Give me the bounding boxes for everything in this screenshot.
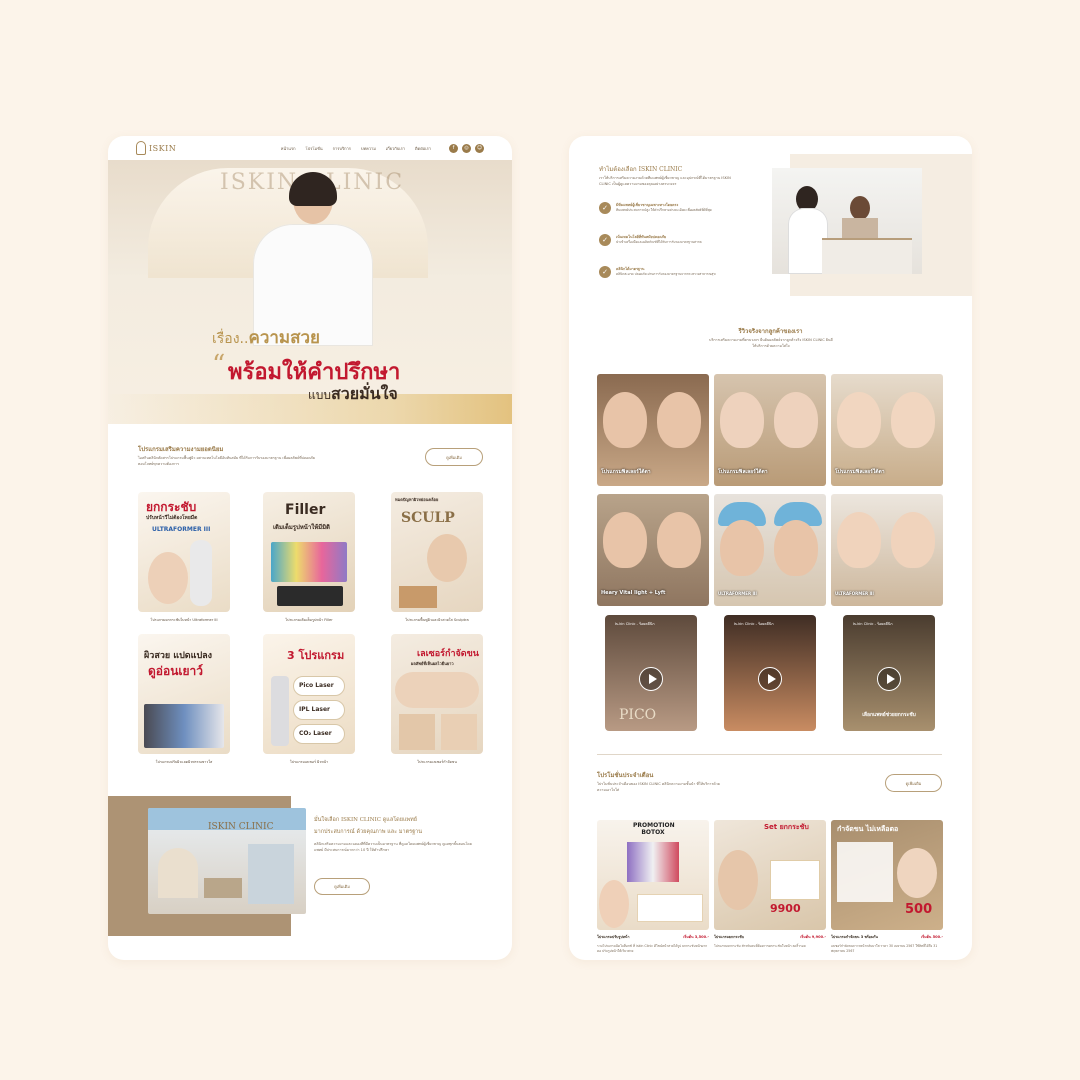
program-caption: โปรแกรมฟื้นฟูผิวและผิวสวยใส Sculptra bbox=[405, 618, 469, 622]
promo-image: กำจัดขน ไม่เหลือตอ 500 bbox=[831, 820, 943, 930]
video-card[interactable]: Is-kin Clinic - ร้อยคลีนิก PICO bbox=[605, 615, 697, 731]
right-page-card: ทำไมต้องเลือก ISKIN CLINIC เราให้บริการเ… bbox=[569, 136, 972, 960]
review-card[interactable]: ULTRAFORMER III bbox=[714, 494, 826, 606]
program-image: ยกกระชับ ปรับหน้าวีไม่ต้องโหยมีด ULTRAFO… bbox=[138, 492, 230, 612]
promo-price: เริ่มต้น 3,500.- bbox=[683, 935, 709, 939]
reviews-title: รีวิวจริงจากลูกค้าของเรา bbox=[738, 328, 803, 335]
why-item: ✓ คลินิกได้มาตรฐาน คลินิกสะอาด ปลอดภัย ผ่… bbox=[599, 266, 729, 278]
nav-link-home[interactable]: หน้าแรก bbox=[281, 145, 296, 152]
doctor-portrait bbox=[253, 172, 373, 346]
program-image: เลเซอร์กำจัดขน ผลลัพธ์ที่เห็นผลไวยืนยาว bbox=[391, 634, 483, 754]
quote-open-icon: “ bbox=[212, 350, 226, 380]
hero-line-1: เรื่อง..ความสวย bbox=[212, 328, 321, 348]
check-icon: ✓ bbox=[599, 202, 611, 214]
promos-more-button[interactable]: ดูเพิ่มเติม bbox=[885, 774, 942, 792]
why-title: ทำไมต้องเลือก ISKIN CLINIC bbox=[599, 166, 683, 173]
left-page-card: ISKIN หน้าแรก โปรโมชั่น การบริการ บทความ… bbox=[108, 136, 512, 960]
program-caption: โปรแกรมเลเซอร์กำจัดขน bbox=[417, 760, 457, 764]
nav-link-articles[interactable]: บทความ bbox=[361, 145, 376, 152]
program-card-hair-removal[interactable]: เลเซอร์กำจัดขน ผลลัพธ์ที่เห็นผลไวยืนยาว … bbox=[391, 634, 483, 765]
hero-line-3: แบบสวยมั่นใจ bbox=[308, 384, 398, 403]
play-icon[interactable] bbox=[639, 667, 663, 691]
program-card-sculptra[interactable]: หมดปัญหาผิวหย่อนคล้อย SCULP โปรแกรมฟื้นฟ… bbox=[391, 492, 483, 623]
play-icon[interactable] bbox=[758, 667, 782, 691]
program-image: หมดปัญหาผิวหย่อนคล้อย SCULP bbox=[391, 492, 483, 612]
nav-link-promotion[interactable]: โปรโมชั่น bbox=[306, 145, 323, 152]
program-caption: โปรแกรมปรับผิวแลดผิวพรรณขาวใส bbox=[155, 760, 213, 764]
why-item: ✓ มีทีมแพทย์ผู้เชี่ยวชาญเฉพาะทางโดยตรง ที… bbox=[599, 202, 729, 214]
top-nav: ISKIN หน้าแรก โปรโมชั่น การบริการ บทความ… bbox=[108, 136, 512, 160]
program-image: Filler เติมเต็มรูปหน้าให้มีมิติ bbox=[263, 492, 355, 612]
promo-name: โปรแกรมยกกระชับ bbox=[714, 935, 744, 939]
promo-name: โปรแกรมปรับรูปหน้า bbox=[597, 935, 630, 939]
review-card[interactable]: Heary Vital light + Lyft bbox=[597, 494, 709, 606]
programs-more-button[interactable]: ดูเพิ่มเติม bbox=[425, 448, 483, 466]
promo-desc: โปรแกรมยกกระชับ สำหรับคนที่ต้องการยกกระช… bbox=[714, 944, 806, 948]
nav-link-contact[interactable]: ติดต่อเรา bbox=[415, 145, 431, 152]
check-icon: ✓ bbox=[599, 234, 611, 246]
clinic-title: มั่นใจเลือก ISKIN CLINIC ดูแลโดยแพทย์ bbox=[314, 817, 417, 823]
review-card[interactable]: ULTRAFORMER III bbox=[831, 494, 943, 606]
programs-desc: ไอสกินคลินิกคัดสรรโปรแกรมฟื้นฟูผิว ผสานเ… bbox=[138, 456, 316, 466]
program-caption: โปรแกรมเลเซอร์ ผิวหน้า bbox=[289, 760, 329, 764]
programs-title: โปรแกรมเสริมความงามยอดนิยม bbox=[138, 446, 224, 453]
promo-desc: เลเซอร์กำจัดขนถาวรหน้ากลับมาใส ราคา 30 เ… bbox=[831, 944, 938, 954]
promo-price: เริ่มต้น 500.- bbox=[921, 935, 943, 939]
review-card[interactable]: โปรแกรมฟิลเลอร์ใต้ตา bbox=[714, 374, 826, 486]
program-card-ultraformer[interactable]: ยกกระชับ ปรับหน้าวีไม่ต้องโหยมีด ULTRAFO… bbox=[138, 492, 230, 623]
clinic-subtitle: มากประสบการณ์ ด้วยคุณภาพ และ มาตรฐาน bbox=[314, 829, 423, 835]
clinic-more-button[interactable]: ดูเพิ่มเติม bbox=[314, 878, 370, 895]
hero-banner: ISKIN CLINIC “ เรื่อง..ความสวย พร้อมให้ค… bbox=[108, 160, 512, 424]
why-item: ✓ เน้นเทคโนโลยีที่ทันสมัยปลอดภัย นำเข้าเค… bbox=[599, 234, 729, 246]
promo-card[interactable]: Set ยกกระชับ 9900 โปรแกรมยกกระชับ เริ่มต… bbox=[714, 820, 826, 949]
nav-links: หน้าแรก โปรโมชั่น การบริการ บทความ เกี่ย… bbox=[281, 143, 484, 153]
program-card-laser[interactable]: 3 โปรแกรม Pico Laser IPL Laser CO₂ Laser… bbox=[263, 634, 355, 765]
check-icon: ✓ bbox=[599, 266, 611, 278]
promo-image: Set ยกกระชับ 9900 bbox=[714, 820, 826, 930]
logo-text: ISKIN bbox=[149, 143, 177, 153]
promos-title: โปรโมชั่นประจำเดือน bbox=[597, 772, 654, 779]
video-card[interactable]: Is-kin Clinic - ร้อยคลีนิก bbox=[724, 615, 816, 731]
program-caption: โปรแกรมยกกระชับใบหน้า Ultraformer III bbox=[150, 618, 218, 622]
facebook-icon[interactable]: f bbox=[449, 143, 458, 153]
review-card[interactable]: โปรแกรมฟิลเลอร์ใต้ตา bbox=[831, 374, 943, 486]
consultation-photo bbox=[772, 168, 922, 274]
promo-name: โปรแกรมกำจัดขน 3 พร้อมกัน bbox=[831, 935, 878, 939]
program-image: ผิวสวย แปดแปลง ดูอ่อนเยาว์ bbox=[138, 634, 230, 754]
promos-desc: โปรโมชั่นประจำเดือนของ ISKIN CLINIC คลิน… bbox=[597, 782, 720, 792]
review-card[interactable]: โปรแกรมฟิลเลอร์ใต้ตา bbox=[597, 374, 709, 486]
clinic-desc: คลินิกเสริมความงามและฉลองสีที่มีความเป็น… bbox=[314, 842, 472, 852]
clinic-logo[interactable]: ISKIN bbox=[136, 141, 176, 155]
line-icon[interactable]: ☺ bbox=[475, 143, 484, 153]
video-card[interactable]: Is-kin Clinic - ร้อยคลีนิก เลือกแพทย์ช่ว… bbox=[843, 615, 935, 731]
promo-desc: รวมโปรแกรมฉีดโบท็อกซ์ ที่ iskin Clinic ด… bbox=[597, 944, 708, 954]
promo-card[interactable]: กำจัดขน ไม่เหลือตอ 500 โปรแกรมกำจัดขน 3 … bbox=[831, 820, 943, 954]
promo-price: เริ่มต้น 9,900.- bbox=[800, 935, 826, 939]
promo-image: PROMOTION BOTOX bbox=[597, 820, 709, 930]
nav-link-about[interactable]: เกี่ยวกับเรา bbox=[386, 145, 405, 152]
promo-card[interactable]: PROMOTION BOTOX โปรแกรมปรับรูปหน้า เริ่ม… bbox=[597, 820, 709, 954]
nav-link-services[interactable]: การบริการ bbox=[333, 145, 351, 152]
program-image: 3 โปรแกรม Pico Laser IPL Laser CO₂ Laser bbox=[263, 634, 355, 754]
program-card-filler[interactable]: Filler เติมเต็มรูปหน้าให้มีมิติ โปรแกรมเ… bbox=[263, 492, 355, 623]
reviews-desc: บริการเสริมความงามที่ครบวงจร ยืนยันผลลัพ… bbox=[709, 338, 833, 348]
program-caption: โปรแกรมเติมเต็มรูปหน้า Filler bbox=[285, 618, 333, 622]
instagram-icon[interactable]: ◎ bbox=[462, 143, 471, 153]
play-icon[interactable] bbox=[877, 667, 901, 691]
section-divider bbox=[597, 754, 942, 755]
logo-mark-icon bbox=[136, 141, 146, 155]
program-card-skin-whitening[interactable]: ผิวสวย แปดแปลง ดูอ่อนเยาว์ โปรแกรมปรับผิ… bbox=[138, 634, 230, 765]
clinic-interior-photo: ISKIN CLINIC bbox=[148, 808, 306, 914]
why-desc: เราให้บริการเสริมความงามด้วยทีมแพทย์ผู้เ… bbox=[599, 176, 731, 186]
